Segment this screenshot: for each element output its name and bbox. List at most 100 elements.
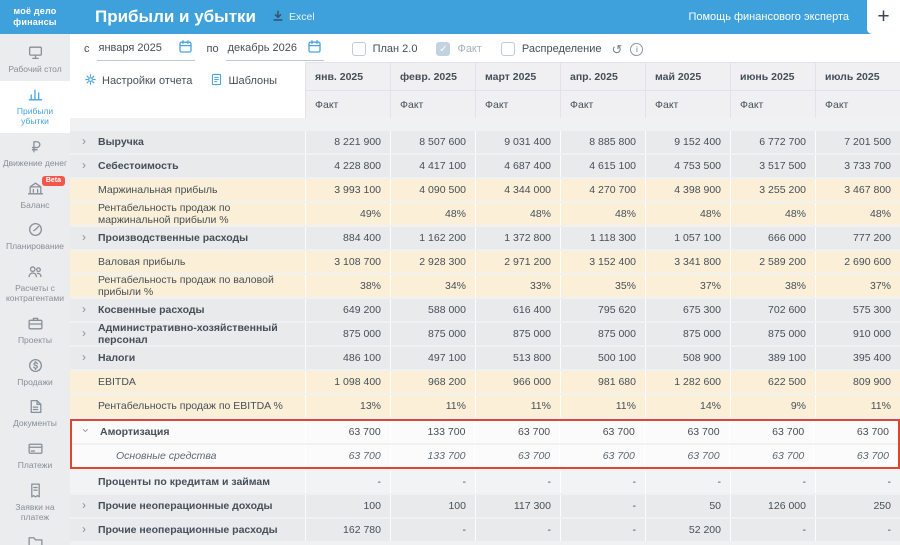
- sidebar-item[interactable]: Справочники: [0, 529, 70, 545]
- row-values: 13%11%11%11%14%9%11%: [305, 395, 900, 417]
- sidebar-item[interactable]: Продажи: [0, 352, 70, 394]
- checkbox[interactable]: [501, 42, 515, 56]
- value-cell: 34%: [390, 275, 475, 297]
- sidebar-item[interactable]: Платежи: [0, 435, 70, 477]
- row-label[interactable]: ›Производственные расходы: [70, 227, 305, 249]
- chevron-down-icon[interactable]: ›: [79, 428, 93, 432]
- chevron-right-icon[interactable]: ›: [82, 326, 86, 340]
- row-label-text: Выручка: [98, 136, 144, 148]
- value-cell: 3 255 200: [730, 179, 815, 201]
- reset-icon[interactable]: ↺: [612, 43, 623, 56]
- row-label: EBITDA: [70, 371, 305, 393]
- value-cell: 48%: [475, 203, 560, 225]
- row-label[interactable]: › Прочие неоперационные расходы: [70, 519, 305, 541]
- date-from-label: с: [84, 43, 90, 55]
- calendar-icon[interactable]: [308, 40, 321, 56]
- row-label-text: Прочие неоперационные расходы: [98, 524, 278, 536]
- sidebar-item[interactable]: Расчеты с контрагентами: [0, 258, 70, 310]
- sidebar-item[interactable]: Проекты: [0, 310, 70, 352]
- value-cell: 575 300: [815, 299, 900, 321]
- content-area: с января 2025 по декабрь 2026 План 2.0✓Ф…: [70, 34, 900, 545]
- date-from-field[interactable]: января 2025: [97, 37, 195, 61]
- value-cell: 4 344 000: [475, 179, 560, 201]
- chevron-right-icon[interactable]: ›: [82, 302, 86, 316]
- report-settings-link[interactable]: Настройки отчета: [84, 73, 192, 89]
- checkbox[interactable]: [352, 42, 366, 56]
- sidebar-item[interactable]: Документы: [0, 393, 70, 435]
- value-cell: 981 680: [560, 371, 645, 393]
- chevron-right-icon[interactable]: ›: [82, 498, 86, 512]
- table-row: EBITDA1 098 400968 200966 000981 6801 28…: [70, 371, 900, 393]
- chevron-right-icon[interactable]: ›: [82, 522, 86, 536]
- report-settings-label: Настройки отчета: [102, 75, 192, 87]
- row-label[interactable]: ›Прочие неоперационные доходы: [70, 495, 305, 517]
- expert-help-link[interactable]: Помощь финансового эксперта: [688, 11, 849, 23]
- value-cell: 616 400: [475, 299, 560, 321]
- value-cell: 48%: [560, 203, 645, 225]
- value-cell: 63 700: [813, 445, 898, 467]
- value-cell: -: [730, 471, 815, 493]
- sidebar-item[interactable]: Прибыли убытки: [0, 81, 70, 133]
- report-table-body: ›Выручка8 221 9008 507 6009 031 4008 885…: [70, 131, 900, 545]
- row-label[interactable]: ›Налоги: [70, 347, 305, 369]
- filter-checkbox: План 2.0: [352, 42, 418, 56]
- table-row: ›Себестоимость4 228 8004 417 1004 687 40…: [70, 155, 900, 177]
- value-cell: 3 341 800: [645, 251, 730, 273]
- value-cell: 875 000: [475, 323, 560, 345]
- document-icon: [210, 73, 223, 89]
- row-label: Рентабельность продаж по маржинальной пр…: [70, 203, 305, 225]
- row-values: 100100117 300-50126 000250: [305, 495, 900, 517]
- row-label[interactable]: ›Косвенные расходы: [70, 299, 305, 321]
- chevron-right-icon[interactable]: ›: [82, 134, 86, 148]
- row-values: 1 098 400968 200966 000981 6801 282 6006…: [305, 371, 900, 393]
- row-label-text: Себестоимость: [98, 160, 179, 172]
- value-cell: 48%: [645, 203, 730, 225]
- row-label[interactable]: › Выручка: [70, 131, 305, 153]
- planning-icon: [27, 221, 44, 238]
- value-cell: 1 057 100: [645, 227, 730, 249]
- add-button[interactable]: +: [867, 0, 900, 34]
- value-cell: -: [560, 471, 645, 493]
- row-label[interactable]: › Себестоимость: [70, 155, 305, 177]
- sidebar-item[interactable]: Рабочий стол: [0, 39, 70, 81]
- info-icon[interactable]: i: [630, 43, 643, 56]
- chevron-right-icon[interactable]: ›: [82, 158, 86, 172]
- sidebar-item[interactable]: БалансBeta: [0, 175, 70, 217]
- excel-export-button[interactable]: Excel: [272, 10, 315, 25]
- value-cell: 38%: [305, 275, 390, 297]
- row-label[interactable]: ›Административно-хозяйственный персонал: [70, 323, 305, 345]
- chevron-right-icon[interactable]: ›: [82, 350, 86, 364]
- checkbox-label: Распределение: [522, 43, 602, 55]
- row-label[interactable]: ›Амортизация: [72, 421, 305, 443]
- sidebar-item-label: Заявки на платеж: [2, 502, 68, 523]
- sidebar-item[interactable]: Планирование: [0, 216, 70, 258]
- filter-checkbox: Распределение: [501, 42, 602, 56]
- app-logo[interactable]: моё дело финансы: [0, 6, 70, 28]
- table-row: ›Прочие неоперационные расходы162 780---…: [70, 519, 900, 541]
- sidebar-item[interactable]: Движение денег: [0, 133, 70, 175]
- column-header-month: июль 2025: [815, 62, 900, 90]
- value-cell: 50: [645, 495, 730, 517]
- page-title: Прибыли и убытки: [95, 7, 256, 27]
- topbar: моё дело финансы Прибыли и убытки Excel …: [0, 0, 900, 34]
- table-row: ›Выручка8 221 9008 507 6009 031 4008 885…: [70, 131, 900, 153]
- value-cell: 100: [305, 495, 390, 517]
- checkbox-label: План 2.0: [373, 43, 418, 55]
- value-cell: 35%: [560, 275, 645, 297]
- templates-link[interactable]: Шаблоны: [210, 73, 277, 89]
- value-cell: 1 282 600: [645, 371, 730, 393]
- value-cell: 6 772 700: [730, 131, 815, 153]
- value-cell: 4 228 800: [305, 155, 390, 177]
- value-cell: 133 700: [390, 445, 475, 467]
- calendar-icon[interactable]: [179, 40, 192, 56]
- sidebar-item-label: Баланс: [21, 200, 50, 211]
- column-subheader-fact: Факт: [305, 90, 390, 118]
- chevron-right-icon[interactable]: ›: [82, 230, 86, 244]
- value-cell: 3 517 500: [730, 155, 815, 177]
- sidebar-item[interactable]: Заявки на платеж: [0, 477, 70, 529]
- value-cell: 4 615 100: [560, 155, 645, 177]
- value-cell: 63 700: [305, 445, 390, 467]
- value-cell: -: [390, 519, 475, 541]
- templates-label: Шаблоны: [228, 75, 277, 87]
- date-to-field[interactable]: декабрь 2026: [226, 37, 324, 61]
